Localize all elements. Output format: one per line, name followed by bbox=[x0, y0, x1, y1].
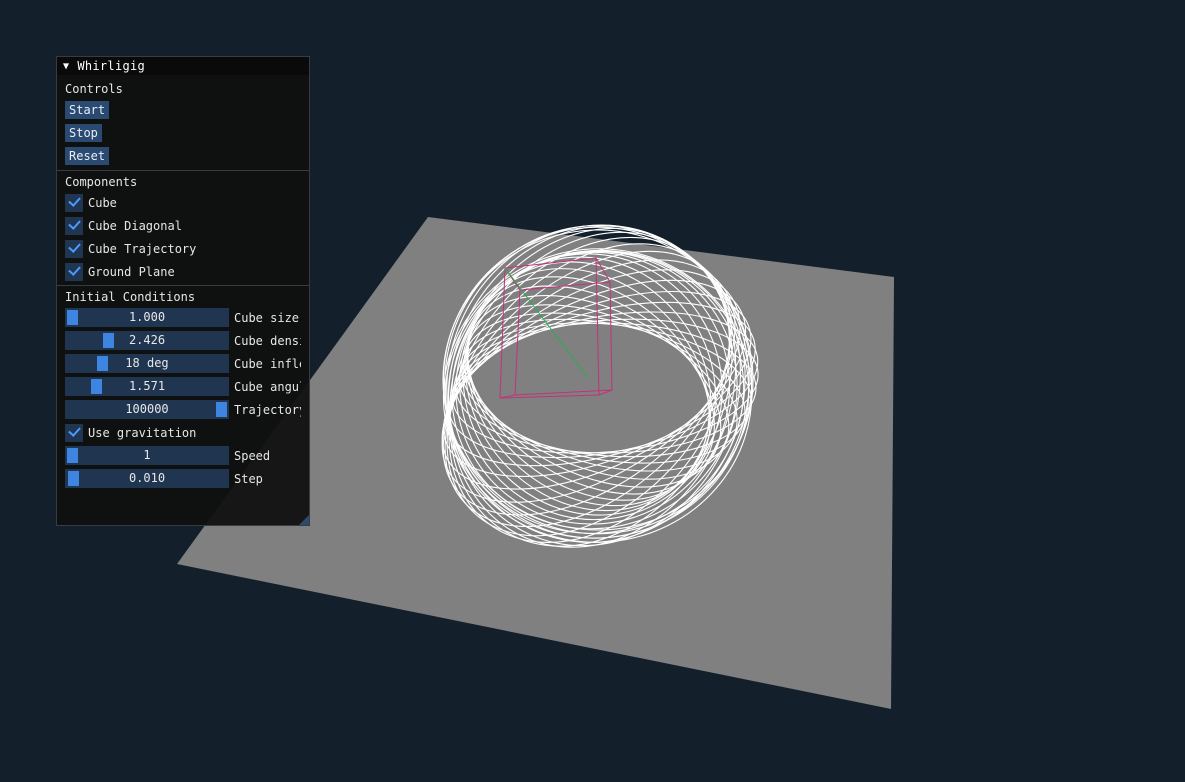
cube-checkbox-label: Cube bbox=[88, 195, 117, 210]
cube-trajectory-checkbox-label: Cube Trajectory bbox=[88, 241, 197, 256]
cube-diagonal-checkbox-row[interactable]: Cube Diagonal bbox=[65, 216, 301, 235]
slider-value: 2.426 bbox=[128, 333, 166, 347]
use-gravitation-label: Use gravitation bbox=[88, 425, 197, 440]
speed-row: 1 Speed bbox=[65, 446, 301, 465]
ground-plane-checkbox[interactable] bbox=[65, 262, 83, 281]
cube-diagonal-checkbox[interactable] bbox=[65, 216, 83, 235]
components-heading: Components bbox=[65, 175, 138, 189]
ground-plane-checkbox-label: Ground Plane bbox=[88, 264, 175, 279]
check-icon bbox=[68, 423, 81, 437]
window-titlebar[interactable]: ▼ Whirligig bbox=[57, 57, 309, 75]
speed-label: Speed bbox=[234, 448, 271, 463]
cube-checkbox[interactable] bbox=[65, 193, 83, 212]
speed-slider[interactable]: 1 bbox=[65, 446, 229, 465]
step-row: 0.010 Step bbox=[65, 469, 301, 488]
cube-size-slider[interactable]: 1.000 bbox=[65, 308, 229, 327]
check-icon bbox=[68, 239, 81, 253]
slider-value: 1 bbox=[143, 448, 151, 462]
slider-value: 0.010 bbox=[128, 471, 166, 485]
slider-value: 1.571 bbox=[128, 379, 166, 393]
cube-density-row: 2.426 Cube density bbox=[65, 331, 301, 350]
cube-trajectory-checkbox[interactable] bbox=[65, 239, 83, 258]
check-icon bbox=[68, 262, 81, 276]
cube-inflection-label: Cube inflection bbox=[234, 356, 301, 371]
cube-angular-velocity-row: 1.571 Cube angular velocity bbox=[65, 377, 301, 396]
cube-size-label: Cube size bbox=[234, 310, 300, 325]
cube-density-label: Cube density bbox=[234, 333, 301, 348]
cube-density-slider[interactable]: 2.426 bbox=[65, 331, 229, 350]
ground-plane-checkbox-row[interactable]: Ground Plane bbox=[65, 262, 301, 281]
use-gravitation-row[interactable]: Use gravitation bbox=[65, 423, 301, 442]
step-label: Step bbox=[234, 471, 263, 486]
stop-button[interactable]: Stop bbox=[65, 124, 102, 142]
cube-trajectory-checkbox-row[interactable]: Cube Trajectory bbox=[65, 239, 301, 258]
trajectory-slider[interactable]: 100000 bbox=[65, 400, 229, 419]
cube-inflection-slider[interactable]: 18 deg bbox=[65, 354, 229, 373]
cube-size-row: 1.000 Cube size bbox=[65, 308, 301, 327]
trajectory-row: 100000 Trajectory bbox=[65, 400, 301, 419]
cube-angular-velocity-label: Cube angular velocity bbox=[234, 379, 301, 394]
reset-button[interactable]: Reset bbox=[65, 147, 110, 165]
initial-conditions-heading: Initial Conditions bbox=[65, 290, 196, 304]
whirligig-window[interactable]: ▼ Whirligig Controls Start Stop Reset Co… bbox=[56, 56, 310, 526]
controls-heading: Controls bbox=[65, 82, 123, 96]
separator bbox=[57, 170, 309, 171]
check-icon bbox=[68, 216, 81, 230]
resize-grip[interactable] bbox=[299, 515, 309, 525]
slider-value: 100000 bbox=[125, 402, 169, 416]
slider-value: 18 deg bbox=[125, 356, 169, 370]
slider-value: 1.000 bbox=[128, 310, 166, 324]
check-icon bbox=[68, 193, 81, 207]
use-gravitation-checkbox[interactable] bbox=[65, 423, 83, 442]
window-title: Whirligig bbox=[77, 59, 146, 73]
trajectory-label: Trajectory bbox=[234, 402, 301, 417]
cube-checkbox-row[interactable]: Cube bbox=[65, 193, 301, 212]
collapse-arrow-icon[interactable]: ▼ bbox=[63, 61, 69, 72]
start-button[interactable]: Start bbox=[65, 101, 110, 119]
step-slider[interactable]: 0.010 bbox=[65, 469, 229, 488]
cube-diagonal-checkbox-label: Cube Diagonal bbox=[88, 218, 182, 233]
separator bbox=[57, 285, 309, 286]
cube-angular-velocity-slider[interactable]: 1.571 bbox=[65, 377, 229, 396]
cube-inflection-row: 18 deg Cube inflection bbox=[65, 354, 301, 373]
